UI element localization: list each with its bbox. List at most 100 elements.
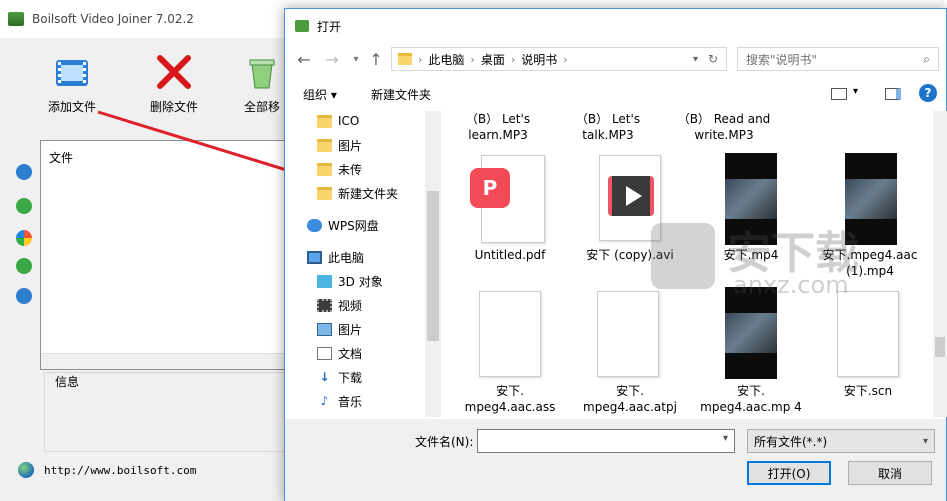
video-thumbnail[interactable]: [725, 287, 777, 379]
search-input[interactable]: 搜索"说明书" ⌕: [737, 47, 939, 71]
pictures-icon: [317, 322, 332, 336]
file-name: 安下 (copy).avi: [586, 248, 674, 262]
download-icon: ↓: [319, 369, 330, 384]
organize-button[interactable]: 组织 ▾: [303, 86, 337, 103]
folder-icon: [317, 162, 332, 176]
video-thumbnail[interactable]: [725, 153, 777, 245]
tree-item-label: ICO: [338, 114, 360, 128]
back-arrow-icon[interactable]: ←: [295, 51, 313, 69]
file-grid-scrollbar[interactable]: [933, 111, 947, 417]
tree-item-label: 此电脑: [328, 250, 365, 265]
address-bar[interactable]: › 此电脑 › 桌面 › 说明书 › ▾ ↻: [391, 47, 727, 71]
file-name: 安下.mp4: [723, 248, 779, 262]
file-name: （B） Let's talk.MP3: [575, 112, 641, 142]
breadcrumb-separator-icon: ›: [563, 52, 568, 66]
tree-item[interactable]: 3D 对象: [317, 271, 383, 291]
open-button[interactable]: 打开(O): [747, 461, 831, 485]
play-triangle-icon: [626, 186, 642, 206]
breadcrumb-item[interactable]: 说明书: [521, 51, 557, 68]
recent-chevron-icon[interactable]: ▾: [347, 51, 365, 69]
forward-arrow-icon[interactable]: →: [323, 51, 341, 69]
tree-item[interactable]: ♪ 音乐: [317, 391, 362, 411]
file-name: 安下. mpeg4.aac.ass: [464, 384, 556, 414]
file-item[interactable]: 安下 (copy).avi: [575, 247, 685, 263]
dialog-title: 打开: [317, 19, 342, 34]
breadcrumb-item[interactable]: 此电脑: [428, 51, 464, 68]
filename-input[interactable]: ▾: [477, 429, 735, 453]
file-item[interactable]: 安下. mpeg4.aac.mp 4: [696, 383, 806, 415]
file-item[interactable]: 安下.mp4: [696, 247, 806, 263]
file-grid[interactable]: （B） Let's learn.MP3 （B） Let's talk.MP3 （…: [441, 111, 933, 417]
tree-item[interactable]: ICO: [317, 111, 359, 131]
tree-item[interactable]: 图片: [317, 135, 362, 155]
file-name: （B） Let's learn.MP3: [465, 112, 531, 142]
help-icon[interactable]: ?: [919, 84, 937, 102]
doc-file-thumbnail[interactable]: [597, 291, 659, 377]
file-name: 安下. mpeg4.aac.atpj: [583, 384, 677, 414]
search-icon[interactable]: ⌕: [923, 52, 930, 67]
tree-item-label: 未传: [338, 162, 363, 177]
open-button-label: 打开(O): [767, 466, 811, 481]
breadcrumb-separator-icon: ›: [510, 52, 516, 66]
cloud-icon: [307, 218, 322, 232]
tree-item[interactable]: 图片: [317, 319, 362, 339]
computer-icon: [307, 250, 322, 264]
tree-item[interactable]: ↓ 下载: [317, 367, 362, 387]
folder-icon: [317, 186, 332, 200]
tree-item[interactable]: 视频: [317, 295, 362, 315]
breadcrumb-separator-icon: ›: [470, 52, 475, 66]
tree-item[interactable]: 新建文件夹: [317, 183, 398, 203]
doc-file-thumbnail[interactable]: [479, 291, 541, 377]
tree-item-label: 图片: [338, 322, 363, 337]
avi-file-thumbnail[interactable]: [599, 155, 661, 241]
navigation-pane[interactable]: ICO 图片 未传 新建文件夹 WPS网盘 此电脑 3D 对象 视频 图片 文档…: [285, 111, 441, 417]
file-name: 安下.mpeg4.aac (1).mp4: [822, 248, 918, 278]
cancel-button[interactable]: 取消: [848, 461, 932, 485]
video-icon: [317, 298, 332, 312]
file-item[interactable]: Untitled.pdf: [455, 247, 565, 263]
file-item[interactable]: 安下. mpeg4.aac.ass: [455, 383, 565, 415]
file-name: 安下. mpeg4.aac.mp 4: [700, 384, 802, 414]
tree-item-label: 3D 对象: [338, 274, 383, 289]
new-folder-button[interactable]: 新建文件夹: [371, 86, 431, 103]
cancel-button-label: 取消: [877, 466, 902, 481]
command-bar: 组织 ▾ 新建文件夹 ▾ ?: [285, 77, 946, 111]
tree-item-label: 文档: [338, 346, 363, 361]
file-item[interactable]: 安下. mpeg4.aac.atpj: [575, 383, 685, 415]
tree-item[interactable]: 此电脑: [307, 247, 364, 267]
breadcrumb-item[interactable]: 桌面: [481, 51, 505, 68]
up-arrow-icon[interactable]: ↑: [367, 51, 385, 69]
file-item[interactable]: （B） Let's learn.MP3: [443, 111, 553, 143]
tree-item-label: 音乐: [338, 394, 363, 409]
tree-item[interactable]: WPS网盘: [307, 215, 379, 235]
view-dropdown-icon[interactable]: ▾: [853, 86, 858, 97]
open-file-dialog: 打开 ← → ▾ ↑ › 此电脑 › 桌面 › 说明书 › ▾ ↻ 搜索"说明书…: [284, 8, 947, 501]
wps-pdf-icon: P: [470, 168, 510, 208]
dialog-title-bar: 打开: [285, 9, 946, 43]
document-icon: [317, 346, 332, 360]
file-item[interactable]: （B） Let's talk.MP3: [553, 111, 663, 143]
cube-icon: [317, 274, 332, 288]
address-dropdown-icon[interactable]: ▾: [693, 54, 698, 65]
tree-item[interactable]: 文档: [317, 343, 362, 363]
view-options-icon[interactable]: [831, 88, 847, 100]
file-item[interactable]: 安下.scn: [813, 383, 923, 399]
video-thumbnail[interactable]: [845, 153, 897, 245]
filename-dropdown-icon[interactable]: ▾: [723, 433, 728, 444]
file-item[interactable]: 安下.mpeg4.aac (1).mp4: [815, 247, 925, 279]
file-name: Untitled.pdf: [474, 248, 546, 262]
music-icon: ♪: [320, 393, 329, 408]
pdf-file-thumbnail[interactable]: P: [470, 155, 545, 243]
file-grid-scroll-thumb[interactable]: [935, 337, 945, 357]
navigation-scroll-thumb[interactable]: [427, 191, 439, 341]
refresh-icon[interactable]: ↻: [708, 52, 718, 66]
filetype-select[interactable]: 所有文件(*.*) ▾: [747, 429, 935, 453]
folder-icon: [317, 138, 332, 152]
file-name: （B） Read and write.MP3: [677, 112, 771, 142]
folder-icon: [317, 114, 332, 128]
doc-file-thumbnail[interactable]: [837, 291, 899, 377]
navigation-scrollbar[interactable]: [425, 111, 441, 417]
tree-item[interactable]: 未传: [317, 159, 362, 179]
preview-pane-icon[interactable]: [885, 88, 901, 100]
file-item[interactable]: （B） Read and write.MP3: [669, 111, 779, 143]
